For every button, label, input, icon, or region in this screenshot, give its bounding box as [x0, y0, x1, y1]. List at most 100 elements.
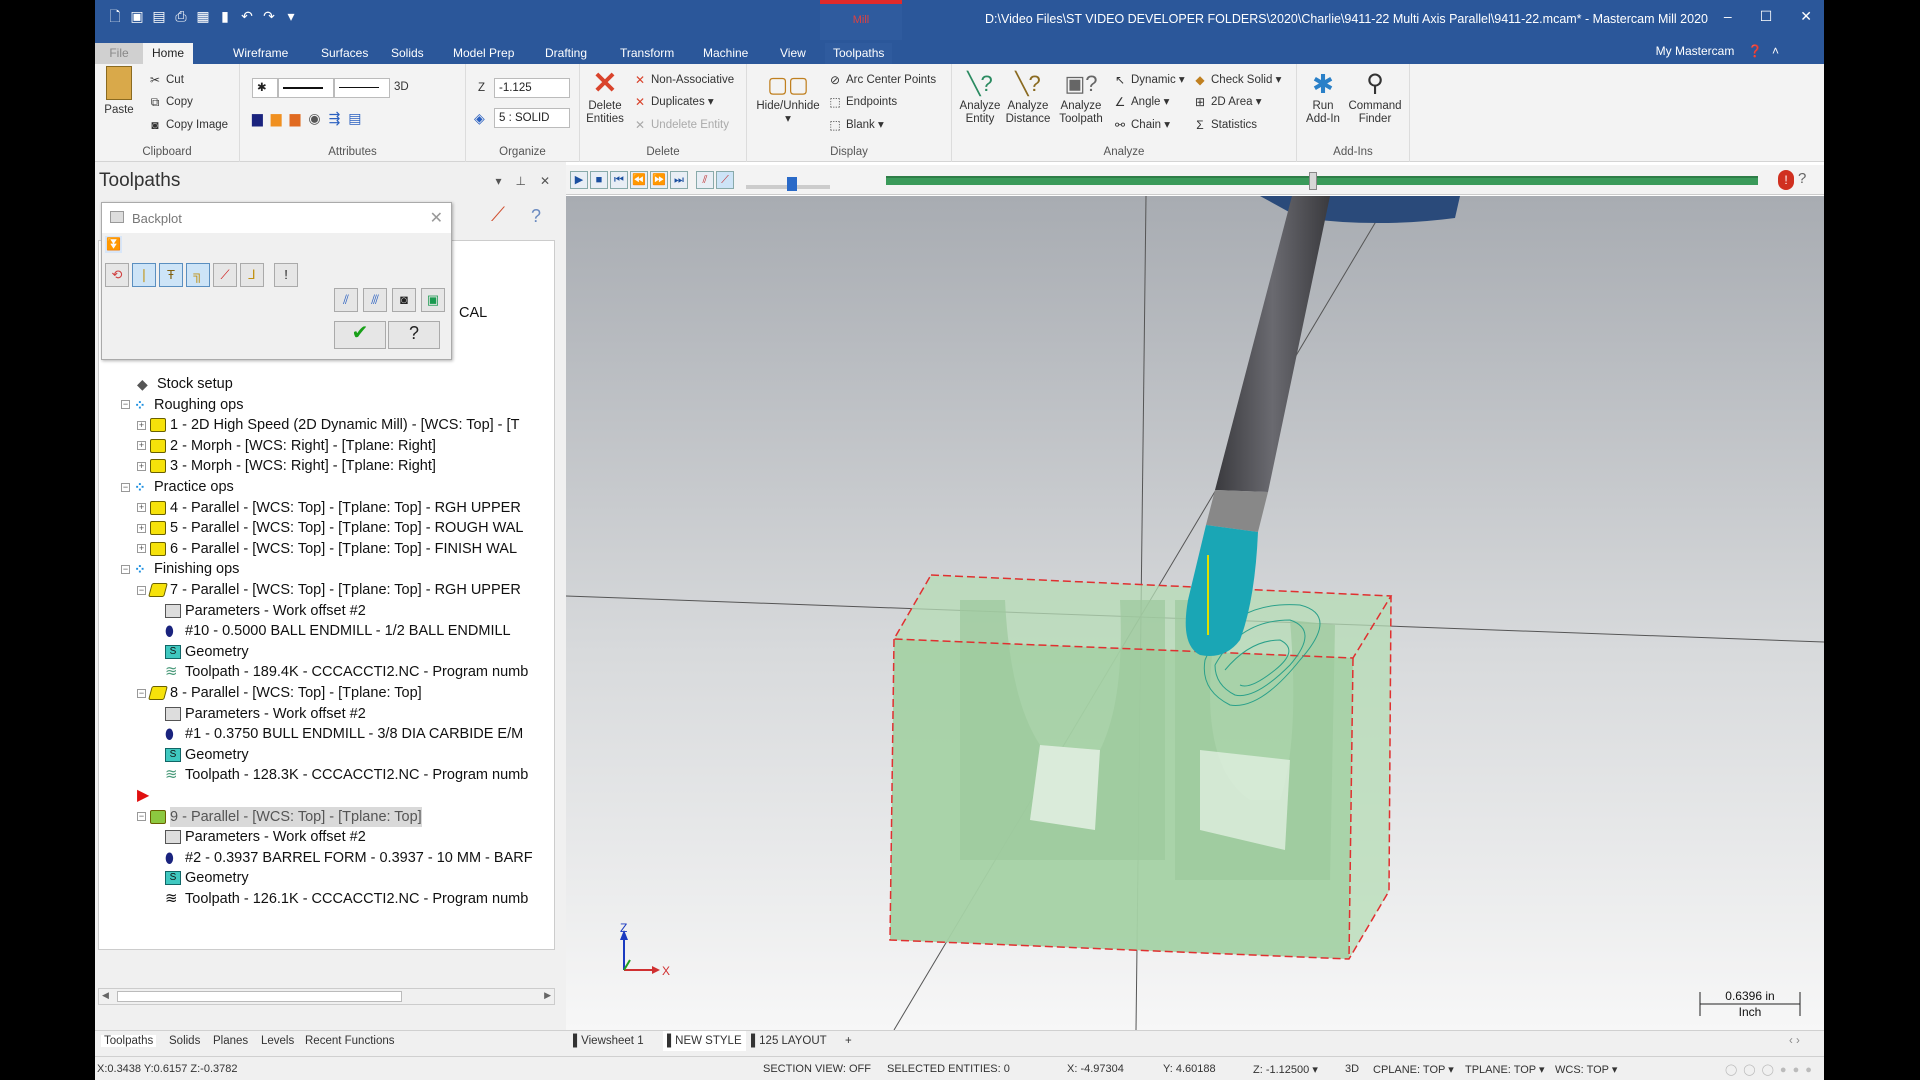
toolpath-edit-icon[interactable]: ⟋ — [491, 204, 505, 227]
expand-toggle[interactable]: − — [137, 688, 146, 698]
tree-operation[interactable]: +1 - 2D High Speed (2D Dynamic Mill) - [… — [137, 415, 519, 435]
chain-button[interactable]: ⚯ Chain ▾ — [1112, 117, 1170, 133]
tab-file[interactable]: File — [95, 43, 143, 64]
tree-item[interactable]: ⬮ #10 - 0.5000 BALL ENDMILL - 1/2 BALL EN… — [165, 621, 511, 641]
cut-button[interactable]: ✂ Cut — [147, 72, 184, 88]
copy-button[interactable]: ⧉ Copy — [147, 94, 193, 110]
backplot-progress-bar[interactable] — [886, 172, 1758, 190]
cplane-select[interactable]: CPLANE: TOP ▾ — [1373, 1063, 1454, 1076]
print-icon[interactable]: ⎙ — [173, 8, 189, 24]
section-view-toggle[interactable]: SECTION VIEW: OFF — [763, 1063, 871, 1075]
expand-toggle[interactable]: − — [137, 812, 146, 822]
tab-recent-functions[interactable]: Recent Functions — [305, 1035, 395, 1047]
tree-operation[interactable]: +5 - Parallel - [WCS: Top] - [Tplane: To… — [137, 518, 523, 538]
save-icon[interactable]: ▣ — [129, 8, 145, 24]
my-mastercam-link[interactable]: My Mastercam — [1656, 44, 1735, 58]
tab-view[interactable]: View — [772, 43, 814, 64]
progress-handle[interactable] — [1309, 172, 1318, 190]
help-circle-icon[interactable]: ? — [531, 206, 541, 227]
horizontal-scrollbar[interactable]: ◀ ▶ — [98, 988, 555, 1005]
panel-close-icon[interactable]: ✕ — [540, 174, 550, 188]
save-geometry-button[interactable]: ▣ — [421, 288, 445, 312]
help-icon[interactable]: ❓ — [1748, 44, 1763, 58]
rewind-start-button[interactable]: ⏮ — [610, 171, 628, 189]
screenshot-button[interactable]: ◙ — [392, 288, 416, 312]
run-mode-button[interactable]: ⟋ — [716, 171, 734, 189]
line-width-select[interactable] — [334, 78, 390, 98]
tab-machine[interactable]: Machine — [695, 43, 756, 64]
minimize-button[interactable]: ‒ — [1724, 8, 1732, 25]
x-coordinate[interactable]: X: -4.97304 — [1067, 1063, 1124, 1075]
tree-item[interactable]: Parameters - Work offset #2 — [165, 704, 366, 724]
tplane-select[interactable]: TPLANE: TOP ▾ — [1465, 1063, 1545, 1076]
tree-item[interactable]: S Geometry — [165, 745, 249, 765]
command-finder-button[interactable]: ⚲ Command Finder — [1347, 68, 1403, 126]
help-button[interactable]: ? — [388, 321, 440, 349]
paste-button[interactable]: Paste — [101, 66, 137, 117]
tree-item[interactable]: ⬮ #2 - 0.3937 BARREL FORM - 0.3937 - 10 M… — [165, 848, 533, 868]
tree-operation[interactable]: − 7 - Parallel - [WCS: Top] - [Tplane: To… — [137, 580, 521, 600]
tree-operation[interactable]: ▶ — [137, 786, 157, 806]
undo-icon[interactable]: ↶ — [239, 8, 255, 24]
viewsheet-new-style-tab[interactable]: ▌NEW STYLE — [663, 1031, 746, 1051]
tree-group[interactable]: − ⁘ Finishing ops — [121, 559, 239, 579]
expand-toggle[interactable]: + — [137, 503, 146, 513]
tree-operation[interactable]: +4 - Parallel - [WCS: Top] - [Tplane: To… — [137, 498, 521, 518]
3d-mode-toggle[interactable]: 3D — [1345, 1063, 1359, 1075]
line-style-select[interactable] — [278, 78, 334, 98]
tree-operation[interactable]: +2 - Morph - [WCS: Right] - [Tplane: Rig… — [137, 436, 436, 456]
tree-item[interactable]: ≋ Toolpath - 189.4K - CCCACCTI2.NC - Prog… — [165, 662, 528, 682]
expand-toggle[interactable]: − — [121, 400, 130, 410]
3d-scene[interactable]: Z X 0.6396 in Inch — [566, 196, 1824, 1030]
tab-surfaces[interactable]: Surfaces — [313, 43, 376, 64]
tree-group[interactable]: − ⁘ Roughing ops — [121, 395, 244, 415]
tab-home[interactable]: Home — [143, 43, 193, 64]
statistics-button[interactable]: Σ Statistics — [1192, 117, 1257, 133]
speed-slider[interactable] — [746, 177, 830, 191]
add-viewsheet-button[interactable]: + — [845, 1035, 852, 1047]
hide-unhide-button[interactable]: ▢▢ Hide/Unhide ▾ — [753, 70, 823, 126]
viewsheet-1-tab[interactable]: ▌Viewsheet 1 — [573, 1035, 644, 1047]
run-add-in-button[interactable]: ✱ Run Add-In — [1303, 68, 1343, 126]
tree-operation[interactable]: − 9 - Parallel - [WCS: Top] - [Tplane: To… — [137, 806, 422, 827]
check-solid-button[interactable]: ◆ Check Solid ▾ — [1192, 72, 1281, 88]
new-file-icon[interactable]: 🗋 — [107, 8, 123, 24]
tree-item[interactable]: ≋ Toolpath - 126.1K - CCCACCTI2.NC - Prog… — [165, 889, 528, 909]
maximize-button[interactable]: ☐ — [1760, 8, 1773, 25]
z-coordinate[interactable]: Z: -1.12500 ▾ — [1253, 1063, 1318, 1076]
tab-drafting[interactable]: Drafting — [537, 43, 595, 64]
tree-item[interactable]: Parameters - Work offset #2 — [165, 827, 366, 847]
delete-entities-button[interactable]: ✕ Delete Entities — [584, 68, 626, 126]
customize-qat-icon[interactable]: ▾ — [283, 8, 299, 24]
step-forward-button[interactable]: ⏩ — [650, 171, 668, 189]
tree-item[interactable]: ⬮ #1 - 0.3750 BULL ENDMILL - 3/8 DIA CARB… — [165, 724, 523, 744]
pin-icon[interactable]: ⊥ — [515, 174, 525, 188]
endpoints-button[interactable]: ⬚ Endpoints — [827, 94, 897, 110]
trace-mode-button[interactable]: ⫽ — [696, 171, 714, 189]
skip-end-button[interactable]: ⏭ — [670, 171, 688, 189]
copy-image-button[interactable]: ◙ Copy Image — [147, 117, 228, 133]
expand-toggle[interactable]: − — [121, 482, 130, 492]
tab-wireframe[interactable]: Wireframe — [225, 43, 296, 64]
display-holder-button[interactable]: Ŧ — [159, 263, 183, 287]
angle-button[interactable]: ∠ Angle ▾ — [1112, 94, 1170, 110]
display-entity-endpoints-button[interactable]: ⟋ — [213, 263, 237, 287]
tree-item[interactable]: ≋ Toolpath - 128.3K - CCCACCTI2.NC - Prog… — [165, 765, 528, 785]
lines-button[interactable]: ⫽ — [334, 288, 358, 312]
expand-toggle[interactable]: + — [137, 523, 146, 533]
undelete-entity-button[interactable]: ✕ Undelete Entity — [632, 117, 729, 133]
redo-icon[interactable]: ↷ — [261, 8, 277, 24]
viewsheet-125-layout-tab[interactable]: ▌125 LAYOUT — [751, 1035, 827, 1047]
tab-levels-manager[interactable]: Levels — [261, 1035, 294, 1047]
display-rapid-button[interactable]: ╗ — [186, 263, 210, 287]
analyze-entity-button[interactable]: ╲? Analyze Entity — [958, 68, 1002, 126]
non-associative-button[interactable]: ✕ Non-Associative — [632, 72, 734, 88]
tab-planes-manager[interactable]: Planes — [213, 1035, 248, 1047]
step-back-button[interactable]: ⏪ — [630, 171, 648, 189]
tree-operation[interactable]: +6 - Parallel - [WCS: Top] - [Tplane: To… — [137, 539, 517, 559]
open-icon[interactable]: ▤ — [151, 8, 167, 24]
backplot-info-button[interactable]: ! — [274, 263, 298, 287]
graphics-viewport[interactable]: ▶ ■ ⏮ ⏪ ⏩ ⏭ ⫽ ⟋ ! ? Z X 0.6396 in Inch — [566, 162, 1824, 1030]
duplicates-button[interactable]: ✕ Duplicates ▾ — [632, 94, 714, 110]
scrollbar-thumb[interactable] — [117, 991, 402, 1002]
